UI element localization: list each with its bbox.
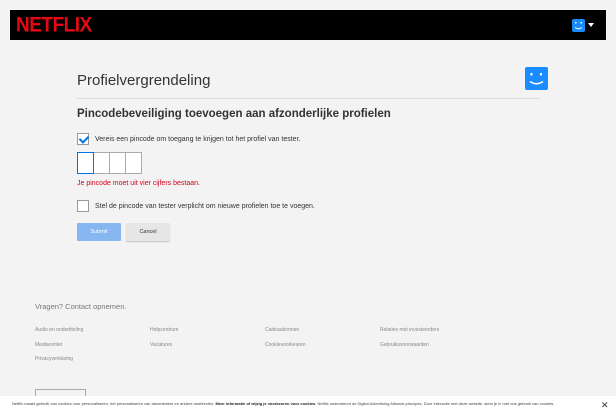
top-header: NETFLIX — [10, 10, 606, 40]
new-profile-pin-checkbox[interactable] — [77, 200, 89, 212]
footer-link-cookie-prefs[interactable]: Cookievoorkeuren — [265, 342, 306, 348]
pin-digit-4[interactable] — [125, 152, 142, 174]
contact-link[interactable]: Vragen? Contact opnemen. — [35, 302, 126, 311]
footer-link-privacy[interactable]: Privacyverklaring — [35, 356, 73, 362]
smiley-face-icon — [529, 73, 544, 85]
require-pin-checkbox[interactable] — [77, 133, 89, 145]
cancel-button[interactable]: Cancel — [126, 223, 170, 241]
cookie-banner: Netflix maakt gebruik van cookies voor p… — [0, 396, 616, 416]
smiley-avatar-icon — [525, 67, 548, 90]
divider — [77, 98, 540, 99]
footer-link-giftcards[interactable]: Cadeaubonnen — [265, 327, 299, 333]
new-profile-pin-label: Stel de pincode van tester verplicht om … — [95, 202, 315, 210]
pin-digit-1[interactable] — [77, 152, 94, 174]
smiley-avatar-icon[interactable] — [572, 19, 585, 32]
pin-error-message: Je pincode moet uit vier cijfers bestaan… — [77, 180, 200, 187]
pin-input-group — [77, 152, 142, 174]
footer-link-terms[interactable]: Gebruiksvoorwaarden — [380, 342, 429, 348]
cookie-text-before: Netflix maakt gebruik van cookies voor p… — [12, 401, 216, 406]
require-pin-label: Vereis een pincode om toegang te krijgen… — [95, 135, 301, 143]
section-subtitle: Pincodebeveiliging toevoegen aan afzonde… — [77, 108, 391, 120]
require-pin-option[interactable]: Vereis een pincode om toegang te krijgen… — [77, 133, 300, 145]
footer-link-help[interactable]: Helpcentrum — [150, 327, 178, 333]
submit-button[interactable]: Submit — [77, 223, 121, 241]
pin-digit-3[interactable] — [109, 152, 126, 174]
caret-down-icon[interactable] — [588, 23, 594, 27]
profile-lock-panel: Profielvergrendeling Pincodebeveiliging … — [10, 40, 606, 290]
smiley-face-icon — [574, 22, 583, 30]
cookie-message: Netflix maakt gebruik van cookies voor p… — [12, 401, 592, 406]
page-title: Profielvergrendeling — [77, 72, 211, 89]
pin-digit-2[interactable] — [93, 152, 110, 174]
netflix-logo[interactable]: NETFLIX — [16, 14, 92, 38]
footer-link-media[interactable]: Mediacenter — [35, 342, 63, 348]
cookie-preferences-link[interactable]: Meer informatie of wijzig je voorkeuren … — [215, 401, 315, 406]
cookie-text-after: . Netflix ondersteunt de Digital Adverti… — [315, 401, 555, 406]
footer-link-jobs[interactable]: Vacatures — [150, 342, 172, 348]
close-icon[interactable]: ✕ — [601, 401, 609, 410]
new-profile-pin-option[interactable]: Stel de pincode van tester verplicht om … — [77, 200, 315, 212]
footer-link-audio[interactable]: Audio en ondertiteling — [35, 327, 83, 333]
footer-link-investors[interactable]: Relaties met investeerders — [380, 327, 439, 333]
